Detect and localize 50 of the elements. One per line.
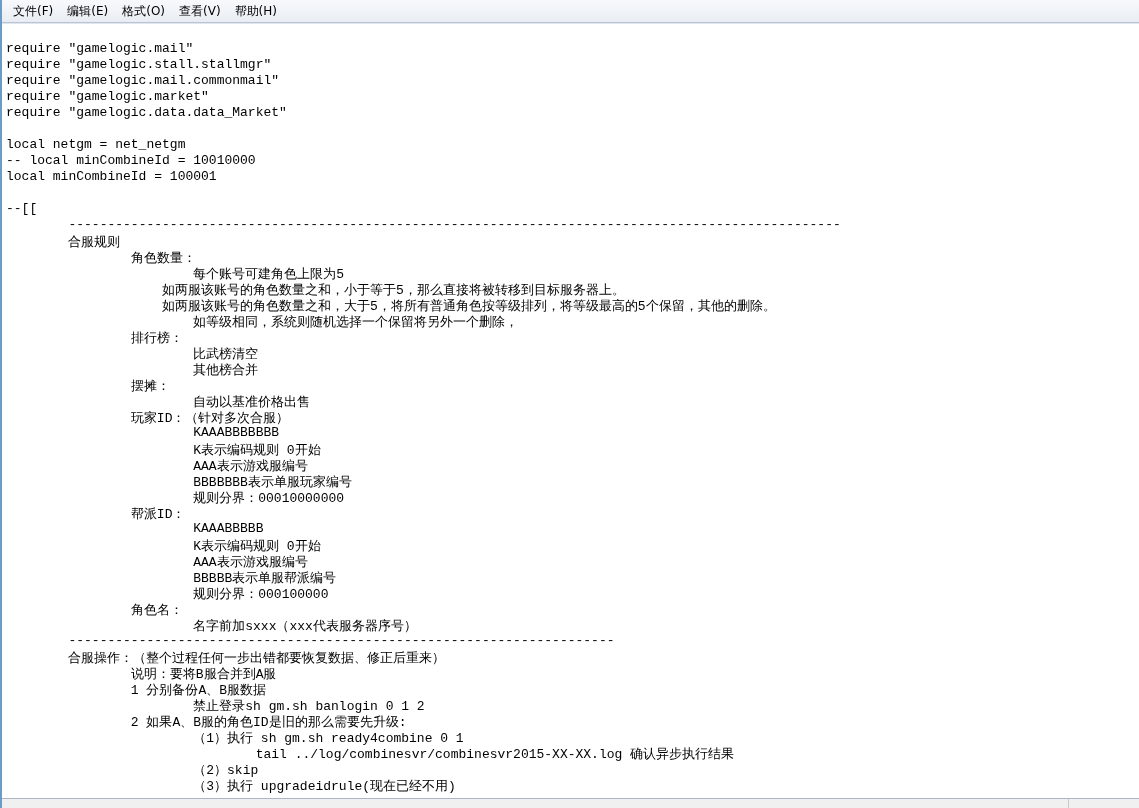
- code-line: 禁止登录sh gm.sh banlogin 0 1 2: [193, 699, 425, 714]
- code-line: （2）skip: [193, 763, 259, 778]
- code-line: 其他榜合并: [193, 363, 259, 378]
- code-line: require "gamelogic.market": [6, 89, 209, 104]
- code-line: require "gamelogic.data.data_Market": [6, 105, 287, 120]
- code-line: 角色名：: [130, 603, 183, 618]
- menu-item[interactable]: 编辑(E): [60, 0, 116, 22]
- code-line: 自动以基准价格出售: [193, 395, 311, 410]
- menu-item[interactable]: 帮助(H): [227, 0, 284, 22]
- code-line: KAAABBBBB: [193, 521, 264, 536]
- menu-item[interactable]: 查看(V): [172, 0, 228, 22]
- code-line: 合服规则: [68, 235, 121, 250]
- menu-item[interactable]: 格式(O): [115, 0, 173, 22]
- code-line: （3）执行 upgradeidrule(现在已经不用): [193, 779, 456, 794]
- code-line: 规则分界：000100000: [193, 587, 329, 602]
- code-line: KAAABBBBBBB: [193, 425, 280, 440]
- code-line: 说明：要将B服合并到A服: [130, 667, 277, 682]
- code-line: 如两服该账号的角色数量之和，大于5，将所有普通角色按等级排列，将等级最高的5个保留，其他的删除。: [162, 299, 776, 314]
- code-line: ----------------------------------------------------------------------: [68, 633, 615, 648]
- code-line: local minCombineId = 100001: [6, 169, 217, 184]
- code-line: 帮派ID：: [130, 507, 186, 522]
- code-line: tail ../log/combinesvr/combinesvr2015-XX-XX.log 确认异步执行结果: [255, 747, 735, 762]
- code-line: require "gamelogic.stall.stallmgr": [6, 57, 272, 72]
- code-line: 每个账号可建角色上限为5: [193, 267, 345, 282]
- code-line: 玩家ID：（针对多次合服）: [130, 411, 290, 426]
- code-line: BBBBBBB表示单服玩家编号: [193, 475, 352, 490]
- code-line: 比武榜清空: [193, 347, 259, 362]
- code-line: BBBBB表示单服帮派编号: [193, 571, 337, 586]
- code-line: 合服操作：（整个过程任何一步出错都要恢复数据、修正后重来）: [68, 651, 446, 666]
- code-line: （1）执行 sh gm.sh ready4combine 0 1: [193, 731, 464, 746]
- code-line: 2 如果A、B服的角色ID是旧的那么需要先升级:: [130, 715, 407, 730]
- code-line: 规则分界：00010000000: [193, 491, 345, 506]
- code-line: local netgm = net_netgm: [6, 137, 186, 152]
- code-line: AAA表示游戏服编号: [193, 555, 308, 570]
- code-line: K表示编码规则 0开始: [193, 443, 321, 458]
- code-line: AAA表示游戏服编号: [193, 459, 308, 474]
- code-line: K表示编码规则 0开始: [193, 539, 321, 554]
- code-line: 名字前加sxxx（xxx代表服务器序号）: [193, 619, 417, 634]
- code-line: 排行榜：: [130, 331, 183, 346]
- menu-item[interactable]: 文件(F): [6, 0, 61, 22]
- code-line: 1 分别备份A、B服数据: [130, 683, 267, 698]
- code-line: 摆摊：: [130, 379, 170, 394]
- code-line: --[[: [6, 201, 38, 216]
- code-line: 如两服该账号的角色数量之和，小于等于5，那么直接将被转移到目标服务器上。: [162, 283, 625, 298]
- code-line: 如等级相同，系统则随机选择一个保留将另外一个删除，: [193, 315, 519, 330]
- code-line: 角色数量：: [130, 251, 196, 266]
- code-line: -- local minCombineId = 10010000: [6, 153, 256, 168]
- code-line: ---------------------------------------------------------------------------------------------------: [68, 217, 841, 232]
- code-line: require "gamelogic.mail.commonmail": [6, 73, 280, 88]
- code-line: require "gamelogic.mail": [6, 41, 194, 56]
